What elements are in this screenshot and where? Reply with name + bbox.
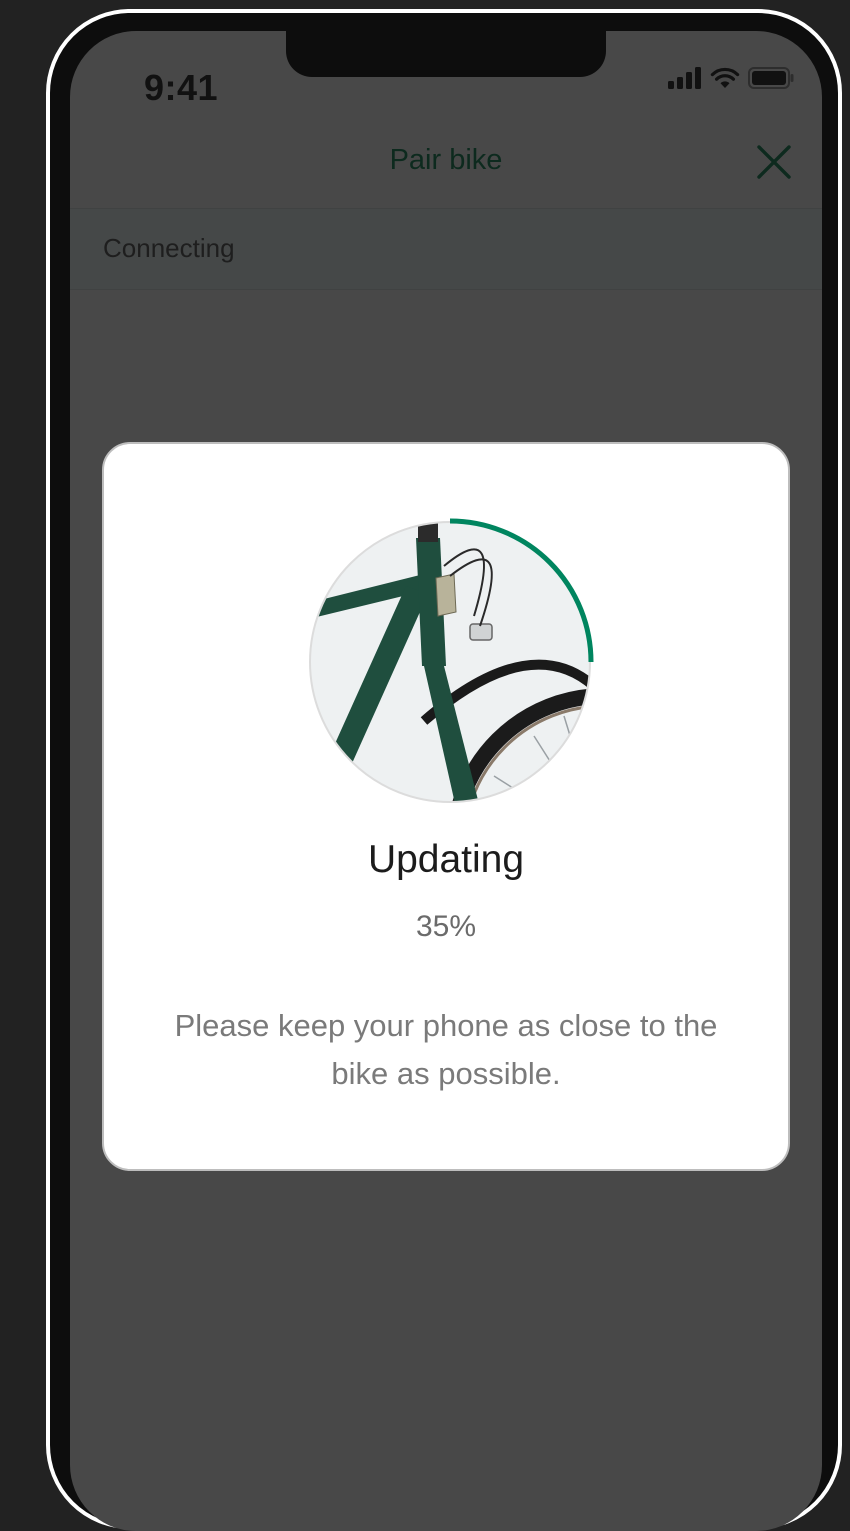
- close-button[interactable]: [754, 142, 794, 182]
- device-notch: [286, 31, 606, 77]
- close-icon: [757, 145, 791, 179]
- page-title: Pair bike: [389, 144, 503, 176]
- bike-progress-ring: [309, 518, 594, 803]
- wifi-icon: [710, 67, 740, 88]
- section-header: Connecting: [70, 208, 822, 290]
- section-label: Connecting: [103, 233, 235, 263]
- progress-percentage: 35%: [415, 910, 477, 943]
- dialog-title: Updating: [367, 838, 525, 881]
- update-dialog: Updating 35% Please keep your phone as c…: [102, 442, 790, 1171]
- bike-image: [310, 522, 590, 802]
- dialog-message: Please keep your phone as close to the b…: [174, 1008, 718, 1091]
- cellular-signal-icon: [668, 67, 701, 89]
- navigation-bar: Pair bike: [70, 126, 822, 208]
- battery-icon: [748, 67, 794, 89]
- status-time: 9:41: [144, 67, 219, 108]
- status-icons: [668, 67, 794, 89]
